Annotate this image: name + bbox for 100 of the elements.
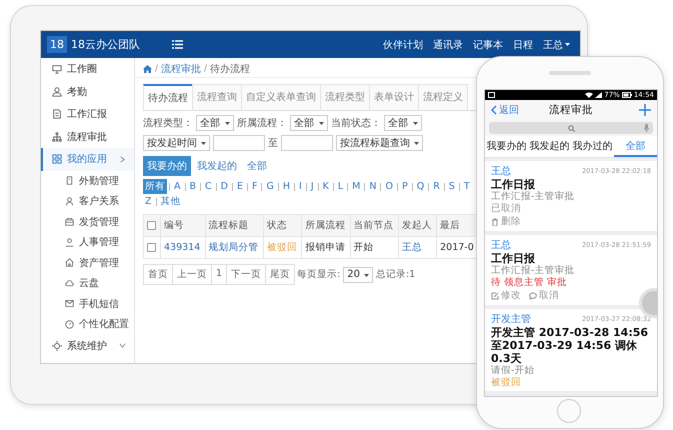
tab[interactable]: 流程查询 (192, 84, 242, 110)
letter-filter[interactable]: J (308, 180, 316, 193)
letter-filter[interactable]: O (383, 180, 395, 193)
tab[interactable]: 我发起的 (528, 136, 571, 157)
table-cell: 439314 (160, 236, 206, 258)
tab[interactable]: 待办流程 (143, 84, 193, 110)
tab[interactable]: 我要办的 (485, 136, 528, 157)
scope-button[interactable]: 我发起的 (193, 156, 241, 176)
start-date-field[interactable] (213, 135, 265, 151)
scope-button[interactable]: 全部 (243, 156, 271, 176)
filter-label: 当前状态： (331, 116, 381, 130)
plus-icon[interactable] (639, 104, 651, 116)
letter-filter[interactable]: M (350, 180, 362, 193)
sidebar-subitem[interactable]: 人事管理 (41, 232, 134, 252)
checkbox[interactable] (147, 243, 156, 252)
caret-icon (225, 122, 230, 125)
sidebar-item[interactable]: 工作汇报 (41, 103, 134, 126)
card-action[interactable]: 取消 (529, 289, 559, 302)
letter-filter[interactable]: R (431, 180, 442, 193)
letter-filter[interactable]: H (280, 180, 292, 193)
letter-filter[interactable]: B (188, 180, 198, 193)
nav-link[interactable]: 日程 (513, 38, 533, 52)
menu-icon[interactable] (172, 40, 183, 49)
letter-filter[interactable]: P (400, 180, 410, 193)
sidebar-subitem[interactable]: 客户关系 (41, 191, 134, 212)
document-icon (65, 176, 74, 186)
sidebar-item[interactable]: 我的应用 (41, 148, 134, 170)
checkbox[interactable] (147, 221, 156, 230)
table-cell: 报销申请 (302, 236, 350, 258)
sidebar-subitem[interactable]: 手机短信 (41, 294, 134, 314)
card-action[interactable]: 修改 (491, 289, 521, 302)
author-name: 王总 (491, 238, 511, 252)
sidebar-subitem[interactable]: 资产管理 (41, 252, 134, 273)
sidebar-item[interactable]: 考勤 (41, 80, 134, 103)
letter-filter[interactable]: Q (414, 180, 426, 193)
breadcrumb-link[interactable]: 流程审批 (161, 62, 202, 76)
page-button[interactable]: 上一页 (172, 264, 212, 285)
back-button[interactable]: 返回 (491, 103, 519, 117)
nav-link[interactable]: 记事本 (473, 38, 503, 52)
search-field[interactable] (489, 122, 653, 134)
nav-link[interactable]: 伙伴计划 (383, 38, 423, 52)
page-button[interactable]: 尾页 (265, 264, 296, 285)
sidebar-subitem[interactable]: 发货管理 (41, 212, 134, 232)
brand-name: 18云办公团队 (71, 37, 140, 52)
letter-filter[interactable]: A (172, 180, 182, 193)
letter-filter[interactable]: D (218, 180, 230, 193)
filter-select[interactable]: 全部 (290, 115, 328, 131)
sidebar-item[interactable]: 流程审批 (41, 126, 134, 148)
tab[interactable]: 我办过的 (571, 136, 614, 157)
gear-icon (52, 340, 62, 351)
status-text: 被驳回 (491, 377, 522, 388)
total-count: 总记录:1 (376, 268, 416, 281)
scope-button[interactable]: 我要办的 (143, 156, 191, 176)
column-header: 流程标题 (205, 214, 264, 236)
search-type-select[interactable]: 按流程标题查询 (336, 135, 423, 151)
caret-icon (201, 142, 206, 145)
end-date-field[interactable] (281, 135, 333, 151)
microphone-icon[interactable] (644, 124, 649, 132)
sidebar-subitem[interactable]: 外勤管理 (41, 170, 134, 191)
column-header: 当前节点 (350, 214, 399, 236)
chevron-left-icon (491, 105, 497, 115)
letter-filter[interactable]: L (336, 180, 346, 193)
page-button[interactable]: 首页 (143, 264, 173, 285)
home-icon[interactable] (143, 65, 152, 73)
letter-filter[interactable]: N (367, 180, 378, 193)
letter-filter[interactable]: Z (143, 195, 154, 208)
sidebar-subitem[interactable]: 个性化配置 (41, 314, 134, 334)
tab[interactable]: 全部 (614, 136, 657, 157)
filter-select[interactable]: 全部 (384, 115, 422, 131)
page-button[interactable]: 下一页 (226, 264, 266, 285)
letter-filter[interactable]: F (250, 180, 260, 193)
tab[interactable]: 表单设计 (369, 84, 419, 110)
user-menu[interactable]: 王总 (543, 38, 570, 52)
home-button[interactable] (557, 399, 581, 423)
page-button[interactable]: 1 (211, 264, 228, 285)
letter-filter[interactable]: C (203, 180, 214, 193)
per-page-select[interactable]: 20 (343, 266, 373, 282)
gauge-icon (65, 320, 74, 329)
date-type-select[interactable]: 按发起时间 (143, 135, 210, 151)
letter-filter[interactable]: T (462, 180, 472, 193)
filter-select[interactable]: 全部 (196, 115, 234, 131)
status-text: 待 领息主管 审批 (491, 277, 568, 288)
letter-filter[interactable]: K (320, 180, 331, 193)
letter-filter[interactable]: 其他 (158, 194, 183, 209)
letter-filter[interactable]: 所有 (143, 179, 167, 194)
tab[interactable]: 流程类型 (320, 84, 370, 110)
sidebar-item[interactable]: 系统维护 (41, 334, 134, 357)
letter-filter[interactable]: E (235, 180, 246, 193)
letter-filter[interactable]: G (264, 180, 276, 193)
tab[interactable]: 自定义表单查询 (241, 84, 321, 110)
card-action[interactable]: 删除 (491, 215, 521, 228)
nav-link[interactable]: 通讯录 (433, 38, 463, 52)
letter-filter[interactable]: I (297, 180, 304, 193)
column-header: 编号 (160, 214, 206, 236)
letter-filter[interactable]: S (446, 180, 457, 193)
breadcrumb-link[interactable]: 待办流程 (210, 62, 250, 76)
sidebar-item[interactable]: 工作圈 (41, 58, 134, 80)
caret-icon (413, 122, 418, 125)
sidebar-subitem[interactable]: 云盘 (41, 273, 134, 294)
tab[interactable]: 流程定义 (418, 84, 468, 110)
